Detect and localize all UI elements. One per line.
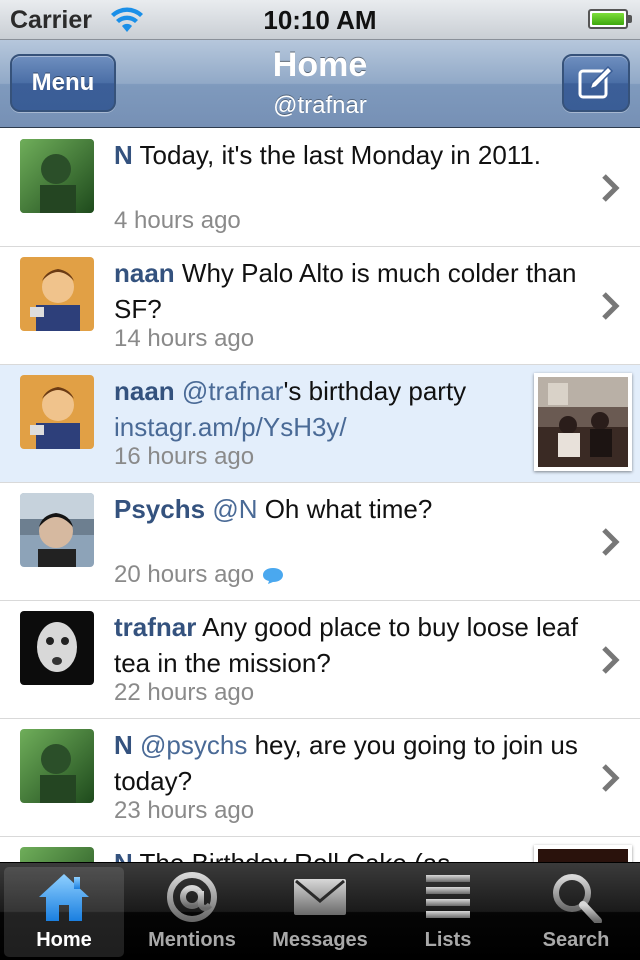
tweet-mention[interactable]: @trafnar	[182, 376, 284, 406]
tweet-timestamp: 20 hours ago	[114, 561, 284, 589]
tweet-text: N The Birthday Roll Cake (as	[114, 845, 514, 862]
tweet-author[interactable]: naan	[114, 258, 175, 288]
avatar[interactable]	[20, 847, 94, 862]
tweet-row[interactable]: N @psychs hey, are you going to join us …	[0, 719, 640, 837]
conversation-bubble-icon	[263, 567, 284, 584]
tab-search[interactable]: Search	[516, 867, 636, 957]
tweet-row[interactable]: naan Why Palo Alto is much colder than S…	[0, 247, 640, 365]
home-icon	[39, 874, 89, 921]
tweet-timestamp: 4 hours ago	[114, 207, 241, 234]
tweet-text: N Today, it's the last Monday in 2011.	[114, 137, 594, 173]
status-bar: Carrier 10:10 AM	[0, 0, 640, 40]
tweet-author[interactable]: trafnar	[114, 612, 196, 642]
tweet-text: naan @trafnar's birthday party instagr.a…	[114, 373, 514, 445]
timeline-list[interactable]: N Today, it's the last Monday in 2011. 4…	[0, 129, 640, 862]
avatar[interactable]	[20, 729, 94, 803]
avatar[interactable]	[20, 257, 94, 331]
tweet-body: Why Palo Alto is much colder than SF?	[114, 258, 577, 324]
tab-home[interactable]: Home	[4, 867, 124, 957]
tweet-row[interactable]: N Today, it's the last Monday in 2011. 4…	[0, 129, 640, 247]
tab-label: Messages	[272, 929, 368, 951]
tweet-text: N @psychs hey, are you going to join us …	[114, 727, 594, 799]
tweet-mention[interactable]: @N	[212, 494, 257, 524]
tweet-author[interactable]: naan	[114, 376, 175, 406]
compose-button[interactable]	[562, 54, 630, 112]
chevron-right-icon[interactable]	[600, 291, 622, 321]
account-handle: @trafnar	[273, 92, 367, 119]
tab-label: Lists	[424, 929, 472, 951]
tweet-text: Psychs @N Oh what time?	[114, 491, 594, 527]
tweet-row[interactable]: Psychs @N Oh what time? 20 hours ago	[0, 483, 640, 601]
compose-icon	[578, 65, 614, 99]
chevron-right-icon[interactable]	[600, 763, 622, 793]
photo-thumbnail[interactable]	[534, 373, 632, 471]
page-title: Home	[272, 46, 368, 84]
tweet-body: Today, it's the last Monday in 2011.	[139, 140, 541, 170]
photo-thumbnail[interactable]	[534, 845, 632, 862]
chevron-right-icon[interactable]	[600, 645, 622, 675]
tweet-author[interactable]: N	[114, 140, 133, 170]
envelope-icon	[294, 879, 346, 915]
navigation-bar: Menu Home @trafnar	[0, 40, 640, 128]
tab-bar: Home Mentions Messages Lists Search	[0, 862, 640, 960]
tweet-row[interactable]: trafnar Any good place to buy loose leaf…	[0, 601, 640, 719]
chevron-right-icon[interactable]	[600, 173, 622, 203]
tab-label: Search	[542, 929, 610, 951]
avatar[interactable]	[20, 493, 94, 567]
clock: 10:10 AM	[263, 5, 377, 35]
tweet-text: naan Why Palo Alto is much colder than S…	[114, 255, 594, 327]
tweet-body: 's birthday party	[283, 376, 467, 406]
tweet-timestamp: 23 hours ago	[114, 797, 255, 824]
tweet-author[interactable]: N	[114, 730, 133, 760]
tweet-text: trafnar Any good place to buy loose leaf…	[114, 609, 594, 681]
tweet-timestamp: 14 hours ago	[114, 325, 255, 352]
tweet-body: The Birthday Roll Cake (as	[140, 848, 451, 862]
tab-lists[interactable]: Lists	[388, 867, 508, 957]
tweet-link[interactable]: instagr.am/p/YsH3y/	[114, 412, 347, 442]
avatar[interactable]	[20, 611, 94, 685]
tweet-row[interactable]: N The Birthday Roll Cake (as	[0, 837, 640, 862]
tab-label: Home	[36, 929, 92, 951]
tweet-body: Oh what time?	[257, 494, 433, 524]
tab-mentions[interactable]: Mentions	[132, 867, 252, 957]
tweet-author[interactable]: N	[114, 848, 133, 862]
tweet-row[interactable]: naan @trafnar's birthday party instagr.a…	[0, 365, 640, 483]
tab-label: Mentions	[148, 929, 236, 951]
tweet-timestamp: 16 hours ago	[114, 443, 255, 470]
chevron-right-icon[interactable]	[600, 527, 622, 557]
avatar[interactable]	[20, 139, 94, 213]
tweet-author[interactable]: Psychs	[114, 494, 205, 524]
tweet-timestamp: 22 hours ago	[114, 679, 255, 706]
tweet-mention[interactable]: @psychs	[140, 730, 247, 760]
search-icon	[553, 874, 602, 923]
battery-icon	[588, 9, 632, 29]
list-icon	[426, 875, 470, 918]
tab-messages[interactable]: Messages	[260, 867, 380, 957]
avatar[interactable]	[20, 375, 94, 449]
at-icon	[167, 872, 217, 922]
